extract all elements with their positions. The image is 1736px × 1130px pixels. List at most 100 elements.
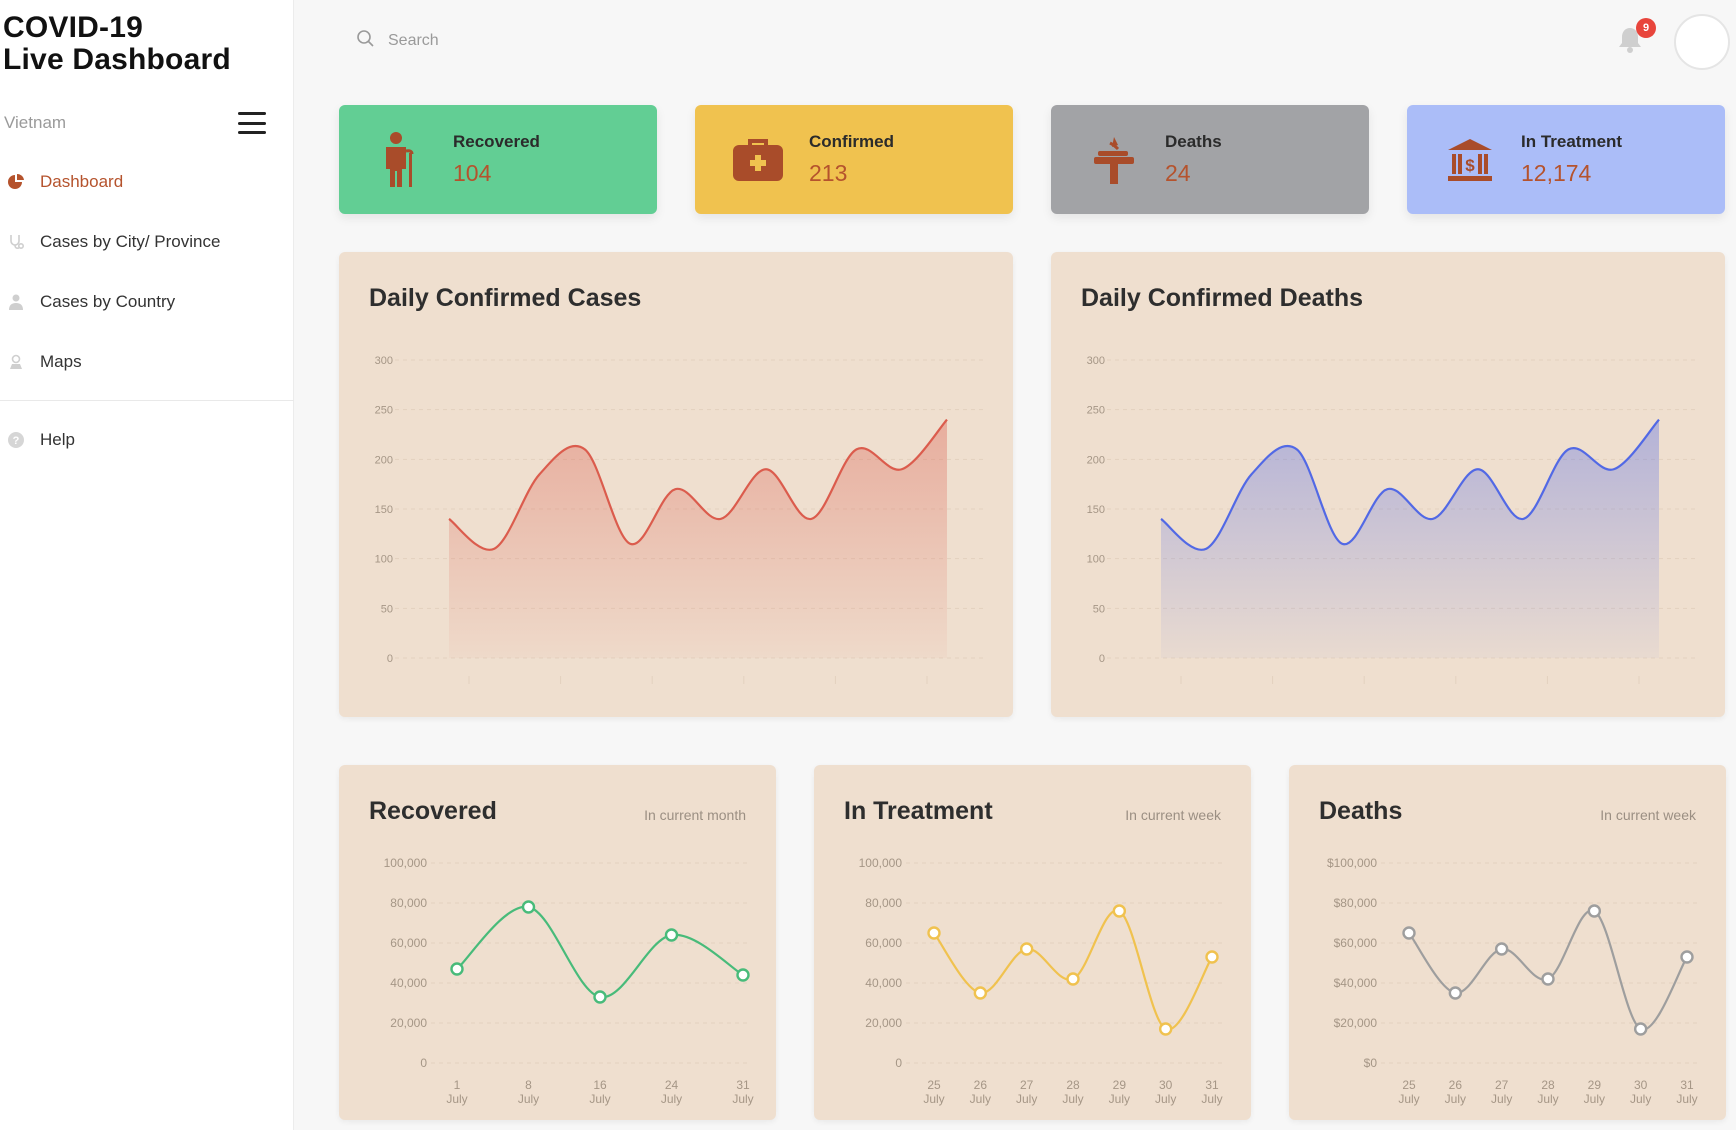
y-tick-label: 0 — [387, 653, 393, 665]
y-tick-label: $80,000 — [1334, 896, 1378, 910]
menu-toggle-icon[interactable] — [238, 112, 266, 134]
data-point[interactable] — [1205, 950, 1219, 964]
stat-value: 24 — [1165, 160, 1191, 186]
coffin-icon — [1079, 125, 1149, 195]
x-tick-label: 8 — [525, 1078, 532, 1092]
data-point[interactable] — [1402, 926, 1416, 940]
y-tick-label: 20,000 — [390, 1016, 427, 1030]
data-point[interactable] — [1019, 942, 1034, 956]
sidebar-item-maps[interactable]: Maps — [0, 332, 294, 392]
data-point[interactable] — [1066, 972, 1080, 986]
region-row: Vietnam — [4, 108, 266, 138]
x-tick-label: July — [970, 1092, 991, 1106]
y-tick-label: 50 — [381, 603, 393, 615]
data-point[interactable] — [521, 900, 536, 914]
stat-card-deaths[interactable]: Deaths 24 — [1051, 105, 1369, 214]
y-tick-label: 40,000 — [390, 976, 427, 990]
x-tick-label: July — [1109, 1092, 1130, 1106]
sidebar-item-help[interactable]: ? Help — [0, 410, 294, 470]
series-line — [1408, 909, 1688, 1031]
hospital-icon: $ — [1435, 125, 1505, 195]
data-point[interactable] — [927, 926, 941, 940]
svg-text:?: ? — [13, 435, 20, 447]
stat-label: Recovered — [453, 132, 540, 151]
search-input[interactable] — [388, 32, 628, 50]
x-tick-label: July — [1445, 1092, 1466, 1106]
sidebar-item-label: Cases by Country — [40, 292, 176, 311]
person-icon — [6, 292, 26, 312]
help-icon: ? — [6, 430, 26, 450]
y-tick-label: 300 — [1087, 355, 1105, 367]
y-tick-label: 80,000 — [390, 896, 427, 910]
x-tick-label: 31 — [1205, 1078, 1219, 1092]
search-icon — [356, 29, 376, 54]
stat-value: 104 — [453, 160, 492, 186]
search-bar — [356, 26, 656, 56]
pie-chart-icon — [6, 172, 26, 192]
user-avatar[interactable] — [1674, 14, 1730, 70]
x-tick-label: 16 — [593, 1078, 607, 1092]
in-treatment-panel: In Treatment In current week 100,000 80,0… — [814, 765, 1251, 1120]
y-tick-label: 250 — [375, 405, 393, 417]
x-tick-label: July — [1062, 1092, 1083, 1106]
stat-card-in-treatment[interactable]: $ In Treatment 12,174 — [1407, 105, 1725, 214]
y-tick-label: 150 — [1087, 504, 1105, 516]
data-point[interactable] — [1541, 972, 1555, 986]
series-line — [933, 909, 1213, 1031]
sidebar: COVID-19 Live Dashboard Vietnam Dashboar… — [0, 0, 294, 1130]
data-point[interactable] — [973, 986, 988, 1000]
deaths-panel: Deaths In current week $100,000 $80,000 $6… — [1289, 765, 1726, 1120]
y-tick-label: $0 — [1364, 1056, 1378, 1070]
data-point[interactable] — [450, 962, 464, 976]
recovered-panel: Recovered In current month 100,000 80,000… — [339, 765, 776, 1120]
y-tick-label: 0 — [1099, 653, 1105, 665]
stat-card-recovered[interactable]: Recovered 104 — [339, 105, 657, 214]
stat-card-confirmed[interactable]: Confirmed 213 — [695, 105, 1013, 214]
data-point[interactable] — [1587, 904, 1602, 918]
x-tick-label: 31 — [1680, 1078, 1694, 1092]
data-point[interactable] — [1158, 1022, 1173, 1036]
sidebar-item-cases-by-country[interactable]: Cases by Country — [0, 272, 294, 332]
y-tick-label: 100,000 — [859, 856, 903, 870]
sidebar-item-dashboard[interactable]: Dashboard — [0, 152, 294, 212]
data-point[interactable] — [736, 968, 750, 982]
y-tick-label: $60,000 — [1334, 936, 1378, 950]
chart-svg: 100,00080,00060,00040,00020,00001July8Ju… — [384, 856, 754, 1106]
sidebar-divider — [0, 400, 294, 401]
x-tick-label: July — [1630, 1092, 1651, 1106]
y-tick-label: 0 — [420, 1056, 427, 1070]
data-point[interactable] — [1494, 942, 1509, 956]
y-tick-label: $40,000 — [1334, 976, 1378, 990]
data-point[interactable] — [593, 990, 607, 1004]
x-tick-label: July — [589, 1092, 610, 1106]
x-tick-label: 1 — [454, 1078, 461, 1092]
stat-label: Deaths — [1165, 132, 1222, 151]
sidebar-item-cases-by-city[interactable]: Cases by City/ Province — [0, 212, 294, 272]
y-tick-label: 100 — [375, 554, 393, 566]
y-tick-label: 60,000 — [390, 936, 427, 950]
daily-confirmed-cases-panel: Daily Confirmed Cases 300 250 200 150 100 50 0 — [339, 252, 1013, 717]
y-tick-label: 100,000 — [384, 856, 428, 870]
x-tick-label: July — [1491, 1092, 1512, 1106]
series-line — [456, 905, 744, 999]
y-tick-label: 100 — [1087, 554, 1105, 566]
y-tick-label: $100,000 — [1327, 856, 1377, 870]
y-tick-label: 200 — [1087, 454, 1105, 466]
app-title: COVID-19 Live Dashboard — [3, 11, 231, 76]
x-tick-label: July — [1537, 1092, 1558, 1106]
data-point[interactable] — [1633, 1022, 1648, 1036]
dashboard-app: COVID-19 Live Dashboard Vietnam Dashboar… — [0, 0, 1736, 1130]
data-point[interactable] — [1112, 904, 1127, 918]
stat-value: 213 — [809, 160, 848, 186]
sidebar-nav: Dashboard Cases by City/ Province Cases … — [0, 152, 294, 392]
daily-confirmed-deaths-panel: Daily Confirmed Deaths 300 250 200 150 100 50… — [1051, 252, 1725, 717]
x-tick-label: 29 — [1588, 1078, 1602, 1092]
data-point[interactable] — [1448, 986, 1463, 1000]
sidebar-item-label: Maps — [40, 352, 82, 371]
sidebar-item-label: Dashboard — [40, 172, 124, 191]
x-tick-label: July — [1398, 1092, 1419, 1106]
x-tick-label: July — [923, 1092, 944, 1106]
data-point[interactable] — [664, 928, 679, 942]
data-point[interactable] — [1680, 950, 1694, 964]
x-tick-label: 30 — [1634, 1078, 1648, 1092]
